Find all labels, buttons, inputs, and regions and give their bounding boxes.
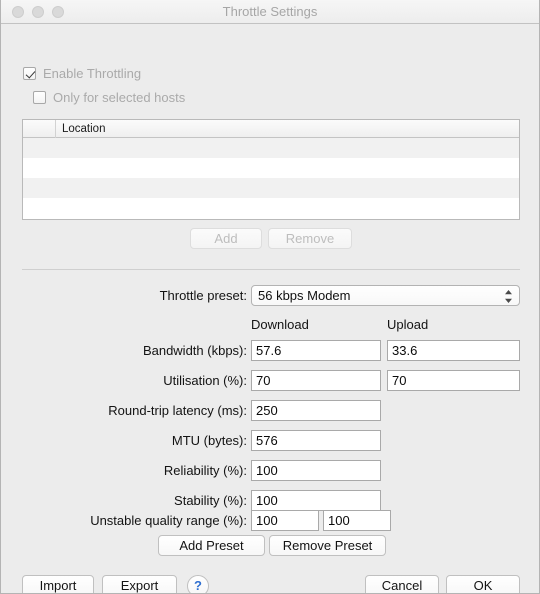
table-row[interactable] xyxy=(23,178,519,198)
remove-location-button[interactable]: Remove xyxy=(268,228,352,249)
throttle-preset-label: Throttle preset: xyxy=(159,288,247,303)
unstable-quality-range-min-input[interactable] xyxy=(251,510,319,531)
utilisation-upload-input[interactable] xyxy=(387,370,520,391)
stability-input[interactable] xyxy=(251,490,381,511)
location-table-column-checkbox xyxy=(23,120,56,138)
utilisation-download-input[interactable] xyxy=(251,370,381,391)
chevron-updown-icon xyxy=(504,288,513,305)
only-selected-hosts-row[interactable]: Only for selected hosts xyxy=(33,90,185,105)
cancel-button[interactable]: Cancel xyxy=(365,575,439,593)
unstable-quality-range-max-input[interactable] xyxy=(323,510,391,531)
table-row[interactable] xyxy=(23,198,519,218)
reliability-input[interactable] xyxy=(251,460,381,481)
import-button[interactable]: Import xyxy=(22,575,94,593)
add-location-button[interactable]: Add xyxy=(190,228,262,249)
mtu-input[interactable] xyxy=(251,430,381,451)
table-row[interactable] xyxy=(23,138,519,158)
location-table[interactable]: Location xyxy=(22,119,520,220)
window-title: Throttle Settings xyxy=(222,4,318,19)
bandwidth-label: Bandwidth (kbps): xyxy=(142,343,247,358)
titlebar: Throttle Settings xyxy=(1,0,539,24)
enable-throttling-checkbox[interactable] xyxy=(23,67,36,80)
mtu-label: MTU (bytes): xyxy=(171,433,247,448)
throttle-settings-window: Throttle Settings Enable Throttling Only… xyxy=(0,0,540,594)
unstable-quality-range-label: Unstable quality range (%): xyxy=(90,513,247,528)
enable-throttling-row[interactable]: Enable Throttling xyxy=(23,66,141,81)
section-divider xyxy=(22,269,520,270)
stability-label: Stability (%): xyxy=(174,493,247,508)
dialog-content: Enable Throttling Only for selected host… xyxy=(1,24,539,593)
utilisation-label: Utilisation (%): xyxy=(163,373,247,388)
reliability-label: Reliability (%): xyxy=(163,463,247,478)
enable-throttling-label: Enable Throttling xyxy=(43,66,142,81)
throttle-preset-select[interactable]: 56 kbps Modem xyxy=(251,285,520,306)
only-selected-hosts-checkbox[interactable] xyxy=(33,91,46,104)
bandwidth-upload-input[interactable] xyxy=(387,340,520,361)
add-preset-button[interactable]: Add Preset xyxy=(158,535,265,556)
table-row[interactable] xyxy=(23,158,519,178)
throttle-preset-value: 56 kbps Modem xyxy=(258,288,351,303)
round-trip-latency-input[interactable] xyxy=(251,400,381,421)
download-column-header: Download xyxy=(251,317,309,332)
help-button-icon[interactable]: ? xyxy=(187,575,209,593)
remove-preset-button[interactable]: Remove Preset xyxy=(269,535,386,556)
only-selected-hosts-label: Only for selected hosts xyxy=(53,90,186,105)
bandwidth-download-input[interactable] xyxy=(251,340,381,361)
ok-button[interactable]: OK xyxy=(446,575,520,593)
location-table-header: Location xyxy=(23,120,519,138)
export-button[interactable]: Export xyxy=(102,575,177,593)
round-trip-latency-label: Round-trip latency (ms): xyxy=(108,403,247,418)
upload-column-header: Upload xyxy=(387,317,429,332)
location-column-header[interactable]: Location xyxy=(56,123,105,135)
